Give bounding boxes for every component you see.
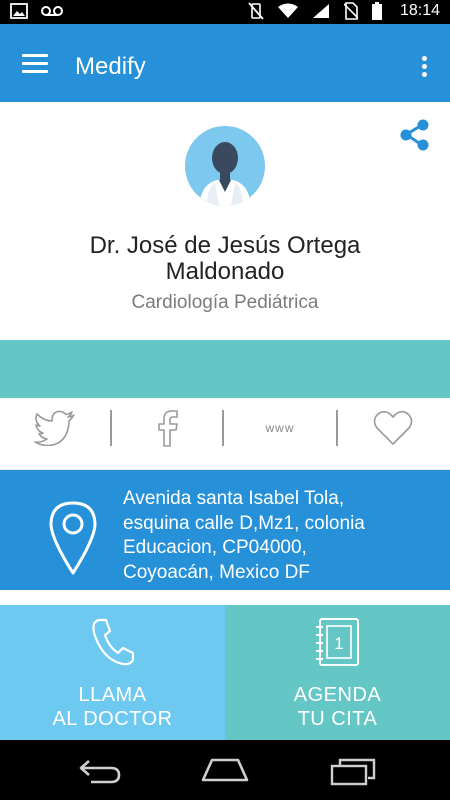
facebook-icon[interactable] [148, 408, 188, 448]
navigation-bar [0, 740, 450, 800]
call-doctor-button[interactable]: LLAMA AL DOCTOR [0, 605, 225, 740]
twitter-icon[interactable] [30, 408, 80, 448]
doctor-profile: Dr. José de Jesús Ortega Maldonado Cardi… [0, 102, 450, 340]
website-link[interactable]: www [250, 408, 310, 448]
address-line: Avenida santa Isabel Tola, [123, 488, 345, 509]
heart-icon[interactable] [370, 408, 416, 448]
action-buttons: LLAMA AL DOCTOR 1 AGENDA TU CITA [0, 605, 450, 740]
website-label: www [265, 421, 295, 435]
calendar-number: 1 [334, 634, 343, 653]
doctor-name-line2: Maldonado [165, 258, 285, 285]
recents-icon[interactable] [330, 758, 376, 791]
vibrate-off-icon [248, 2, 264, 20]
call-doctor-label: LLAMA AL DOCTOR [0, 683, 225, 731]
address-line: Educacion, CP04000, [123, 537, 307, 558]
voicemail-icon [40, 4, 64, 18]
call-label-line1: LLAMA [78, 684, 147, 706]
image-icon [10, 3, 28, 19]
book-label-line2: TU CITA [297, 708, 378, 730]
status-bar-left [10, 3, 64, 19]
status-bar-right: 18:14 [248, 2, 440, 20]
address-text: Avenida santa Isabel Tola, esquina calle… [123, 487, 443, 585]
battery-icon [371, 2, 382, 20]
social-links-row: www [0, 398, 450, 470]
location-pin-icon [48, 500, 98, 581]
share-icon[interactable] [398, 118, 432, 157]
doctor-name: Dr. José de Jesús Ortega Maldonado [0, 233, 450, 285]
status-time: 18:14 [399, 2, 440, 19]
book-appointment-label: AGENDA TU CITA [225, 683, 450, 731]
social-divider [222, 410, 224, 446]
hamburger-menu-icon[interactable] [22, 54, 48, 74]
signal-icon [312, 3, 330, 19]
more-vert-icon[interactable] [422, 56, 428, 80]
app-bar: Medify [0, 24, 450, 102]
doctor-specialty: Cardiología Pediátrica [131, 292, 319, 313]
back-icon[interactable] [77, 758, 123, 789]
book-appointment-button[interactable]: 1 AGENDA TU CITA [225, 605, 450, 740]
app-title: Medify [75, 53, 146, 80]
book-label-line1: AGENDA [293, 684, 382, 706]
social-divider [336, 410, 338, 446]
status-bar: 18:14 [0, 0, 450, 24]
call-label-line2: AL DOCTOR [52, 708, 173, 730]
doctor-name-line1: Dr. José de Jesús Ortega [89, 232, 361, 259]
address-line: esquina calle D,Mz1, colonia [123, 512, 365, 534]
wifi-icon [277, 3, 298, 19]
home-icon[interactable] [200, 758, 250, 789]
address-line: Coyoacán, Mexico DF [123, 561, 310, 583]
doctor-avatar-icon [185, 126, 265, 206]
calendar-icon: 1 [314, 617, 362, 672]
address-section[interactable]: Avenida santa Isabel Tola, esquina calle… [0, 470, 450, 590]
social-divider [110, 410, 112, 446]
no-sim-icon [343, 2, 358, 20]
phone-icon [90, 617, 136, 672]
teal-divider-band [0, 340, 450, 398]
